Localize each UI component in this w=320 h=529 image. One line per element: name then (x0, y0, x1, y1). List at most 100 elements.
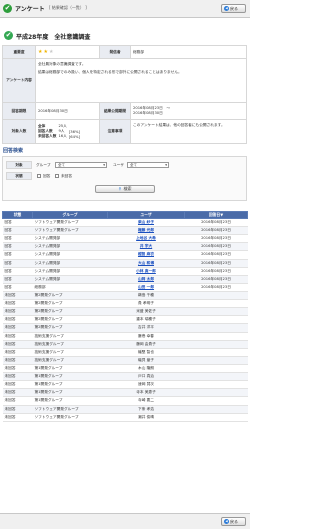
row-group: ソフトウェア開発グループ (32, 226, 108, 236)
star-rating-icon: ★★★ (38, 49, 55, 55)
row-date (184, 315, 248, 325)
app-footer: ◀ 戻る (0, 513, 250, 529)
row-user: 木山 隆朗 (107, 364, 185, 374)
status-unanswered-checkbox[interactable] (55, 174, 59, 178)
search-button[interactable]: ⚲ 検索 (95, 185, 155, 193)
user-select[interactable]: 全て (127, 162, 169, 168)
sender-label: 発信者 (99, 45, 131, 59)
table-row: 回答 総務部 山田 一郎 2016年08月23日 (2, 283, 248, 292)
row-status: 未回答 (2, 340, 33, 349)
row-date (184, 413, 248, 422)
period-label: 結果公開期間 (99, 102, 131, 120)
col-user[interactable]: ユーザ (107, 211, 185, 219)
content-value: 全社員対象の意識調査です。 結果は総務部でのみ扱い、個人を特定される形で部外に公… (35, 58, 247, 103)
table-row: 未回答 技術支援グループ 幡堅 智也 (2, 348, 248, 357)
group-text: グループ (36, 163, 51, 167)
status-unanswered-text: 未回答 (61, 174, 73, 178)
row-user-link[interactable]: 柴山 紗子 (107, 218, 185, 228)
back-button-top[interactable]: ◀ 戻る (221, 4, 246, 13)
period-value: 2016年08月23日 〜 2016年08月30日 (130, 102, 247, 120)
due-label: 回答期限 (2, 102, 36, 120)
table-row: 回答 システム開発部 越智 麻衣 2016年08月23日 (2, 250, 248, 260)
row-user: 寺崎 要二 (107, 396, 185, 406)
row-status: 未回答 (2, 299, 33, 309)
back-arrow-icon: ◀ (224, 6, 229, 11)
row-group: システム開発部 (32, 267, 108, 276)
row-user-link[interactable]: 越智 麻衣 (107, 250, 185, 260)
row-date (184, 291, 248, 301)
row-group: 技術支援グループ (32, 340, 108, 349)
checkmark-icon: ✔ (3, 4, 12, 13)
row-date: 2016年08月23日 (184, 275, 248, 284)
row-user: 重本 瑞穂子 (107, 315, 185, 325)
row-group: ソフトウェア開発グループ (32, 413, 108, 422)
row-date: 2016年08月23日 (184, 242, 248, 252)
row-date (184, 332, 248, 341)
checkmark-icon: ✔ (4, 31, 13, 40)
col-status[interactable]: 状態 (2, 211, 33, 219)
status-answered-checkbox[interactable] (37, 174, 41, 178)
row-group: システム開発部 (32, 250, 108, 260)
user-text: ユーザ (113, 163, 124, 167)
table-row: 未回答 第1開発グループ 木山 隆朗 (2, 364, 248, 374)
importance-label: 重要度 (2, 45, 36, 59)
row-user: 藤岡 由貴子 (107, 340, 185, 349)
row-user-link[interactable]: 上地谷 大希 (107, 234, 185, 244)
row-status: 未回答 (2, 396, 33, 406)
col-group[interactable]: グループ (32, 211, 108, 219)
row-status: 未回答 (2, 323, 33, 333)
row-group: 技術支援グループ (32, 356, 108, 365)
row-status: 回答 (2, 242, 33, 252)
row-status: 未回答 (2, 307, 33, 317)
row-date (184, 348, 248, 357)
group-select[interactable]: 全て (55, 162, 107, 168)
row-status: 未回答 (2, 388, 33, 398)
row-status: 回答 (2, 275, 33, 284)
table-row: 未回答 第2開発グループ 重本 瑞穂子 (2, 315, 248, 325)
row-group: 第1開発グループ (32, 364, 108, 374)
row-group: 第1開発グループ (32, 388, 108, 398)
back-button-bottom[interactable]: ◀ 戻る (221, 517, 246, 526)
table-row: 回答 システム開発部 山岡 太郎 2016年08月23日 (2, 275, 248, 284)
row-status: 未回答 (2, 348, 33, 357)
row-group: 第1開発グループ (32, 372, 108, 382)
row-user-link[interactable]: 権藤 光郎 (107, 226, 185, 236)
due-value: 2016年08月30日 (35, 102, 100, 120)
table-row: 未回答 第2開発グループ貴 孝明子 (2, 299, 248, 309)
row-user-link[interactable]: 小林 真一郎 (107, 267, 185, 276)
notes-value: このアンケート結果は、他の回答者にも公開されます。 (130, 119, 247, 144)
col-date[interactable]: 回答日▼ (184, 211, 248, 219)
row-status: 未回答 (2, 315, 33, 325)
table-row: 未回答 第1開発グループ 戸口 真治 (2, 372, 248, 382)
row-group: 第2開発グループ (32, 299, 108, 309)
row-group: 技術支援グループ (32, 332, 108, 341)
row-group: 総務部 (32, 283, 108, 292)
row-date (184, 388, 248, 398)
row-status: 未回答 (2, 413, 33, 422)
row-date: 2016年08月23日 (184, 226, 248, 236)
row-user-link[interactable]: 井 宇大 (107, 242, 185, 252)
row-date (184, 396, 248, 406)
row-group: 第2開発グループ (32, 315, 108, 325)
row-status: 回答 (2, 267, 33, 276)
row-date: 2016年08月23日 (184, 218, 248, 228)
row-user-link[interactable]: 大山 和博 (107, 259, 185, 268)
table-row: 回答 ソフトウェア開発グループ 権藤 光郎 2016年08月23日 (2, 226, 248, 236)
row-group: システム開発部 (32, 234, 108, 244)
table-row: 未回答 第2開発グループ 吉井 洋平 (2, 323, 248, 333)
table-row: 回答 システム開発部井 宇大 2016年08月23日 (2, 242, 248, 252)
row-date (184, 299, 248, 309)
row-user: 下条 孝浩 (107, 405, 185, 414)
table-row: 未回答 ソフトウェア開発グループ 潮井 俊晴 (2, 413, 248, 422)
app-title: アンケート (15, 6, 45, 13)
row-user-link[interactable]: 山田 一郎 (107, 283, 185, 292)
target-counts: 全体 25人 回答人数 9人 [36%] 未回答人数 16人 [64%] (35, 119, 100, 144)
row-status: 回答 (2, 218, 33, 228)
row-status: 回答 (2, 250, 33, 260)
sender-value: 総務部 (130, 45, 247, 59)
row-date: 2016年08月23日 (184, 283, 248, 292)
row-group: 第1開発グループ (32, 396, 108, 406)
row-user: 速岡 賢次 (107, 380, 185, 390)
row-user-link[interactable]: 山岡 太郎 (107, 275, 185, 284)
app-header: ✔ アンケート [ 結果確認（一覧） ] ◀ 戻る (0, 0, 250, 18)
